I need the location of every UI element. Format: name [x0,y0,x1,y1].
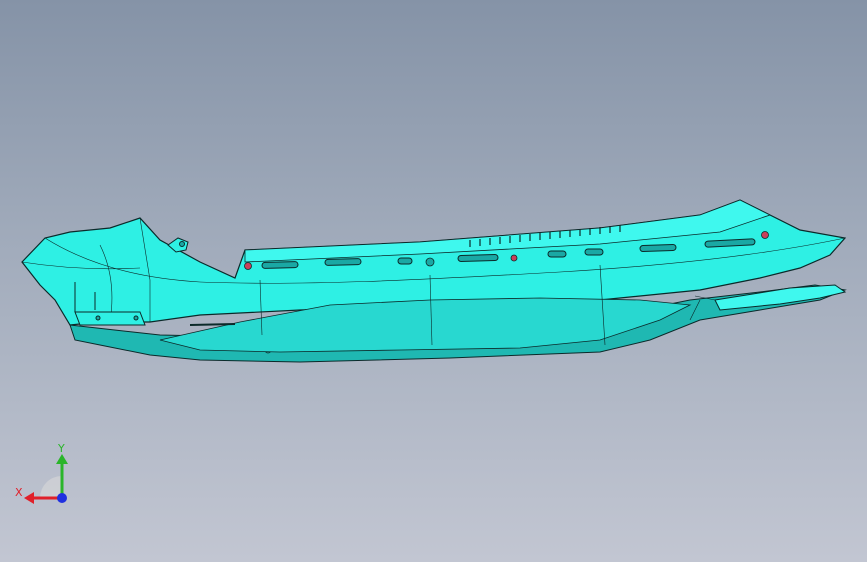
axis-triad: Y X [15,442,68,504]
x-axis-arrow [24,492,34,504]
cad-part-model[interactable] [0,0,867,562]
y-axis-label: Y [57,442,65,455]
x-axis-label: X [15,486,23,499]
z-axis-dot [57,493,67,503]
y-axis-arrow [56,454,68,464]
cad-3d-viewport[interactable]: Y X [0,0,867,562]
